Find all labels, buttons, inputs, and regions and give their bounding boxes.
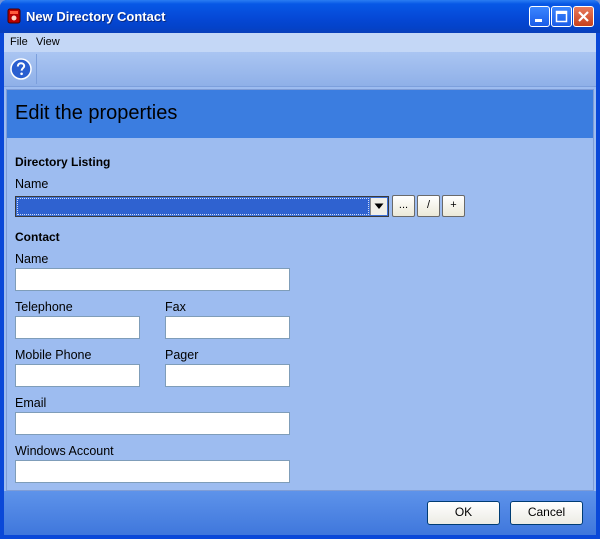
panel-header: Edit the properties (7, 90, 593, 138)
windows-account-label: Windows Account (15, 444, 114, 458)
close-icon (578, 11, 589, 22)
toolbar-separator (36, 54, 37, 84)
combobox-dropdown-button[interactable] (370, 198, 387, 215)
chevron-down-icon (374, 203, 384, 209)
cancel-button[interactable]: Cancel (510, 501, 583, 525)
menu-bar: File View (4, 33, 596, 52)
button-bar: OK Cancel (4, 491, 596, 535)
email-label: Email (15, 396, 47, 410)
menu-file[interactable]: File (10, 36, 28, 48)
fax-label: Fax (165, 300, 186, 314)
dialog-window: New Directory Contact File View Edit the (0, 0, 600, 539)
contact-name-input[interactable] (15, 268, 290, 291)
properties-panel: Edit the properties Directory Listing Na… (6, 89, 594, 491)
contact-name-label: Name (15, 252, 49, 266)
menu-view[interactable]: View (36, 36, 60, 48)
telephone-input[interactable] (15, 316, 140, 339)
edit-button[interactable]: / (417, 195, 440, 217)
contact-heading: Contact (15, 230, 60, 244)
ok-button[interactable]: OK (427, 501, 500, 525)
app-icon (7, 8, 21, 24)
minimize-button[interactable] (529, 6, 550, 27)
telephone-label: Telephone (15, 300, 73, 314)
pager-label: Pager (165, 348, 199, 362)
client-area: File View Edit the properties Directory … (4, 33, 596, 535)
directory-name-selection (17, 198, 369, 215)
add-button[interactable]: + (442, 195, 465, 217)
fax-input[interactable] (165, 316, 290, 339)
title-bar[interactable]: New Directory Contact (0, 0, 600, 33)
mobile-phone-label: Mobile Phone (15, 348, 92, 362)
maximize-button[interactable] (551, 6, 572, 27)
help-icon[interactable] (10, 58, 32, 80)
window-title: New Directory Contact (26, 9, 166, 24)
panel-title: Edit the properties (15, 102, 178, 124)
directory-name-label: Name (15, 177, 49, 191)
close-button[interactable] (573, 6, 594, 27)
maximize-icon (555, 10, 568, 23)
toolbar (4, 52, 596, 87)
email-input[interactable] (15, 412, 290, 435)
mobile-phone-input[interactable] (15, 364, 140, 387)
browse-button[interactable]: ... (392, 195, 415, 217)
directory-listing-heading: Directory Listing (15, 155, 111, 169)
directory-name-combobox[interactable] (15, 196, 389, 217)
pager-input[interactable] (165, 364, 290, 387)
minimize-icon (535, 19, 542, 22)
windows-account-input[interactable] (15, 460, 290, 483)
